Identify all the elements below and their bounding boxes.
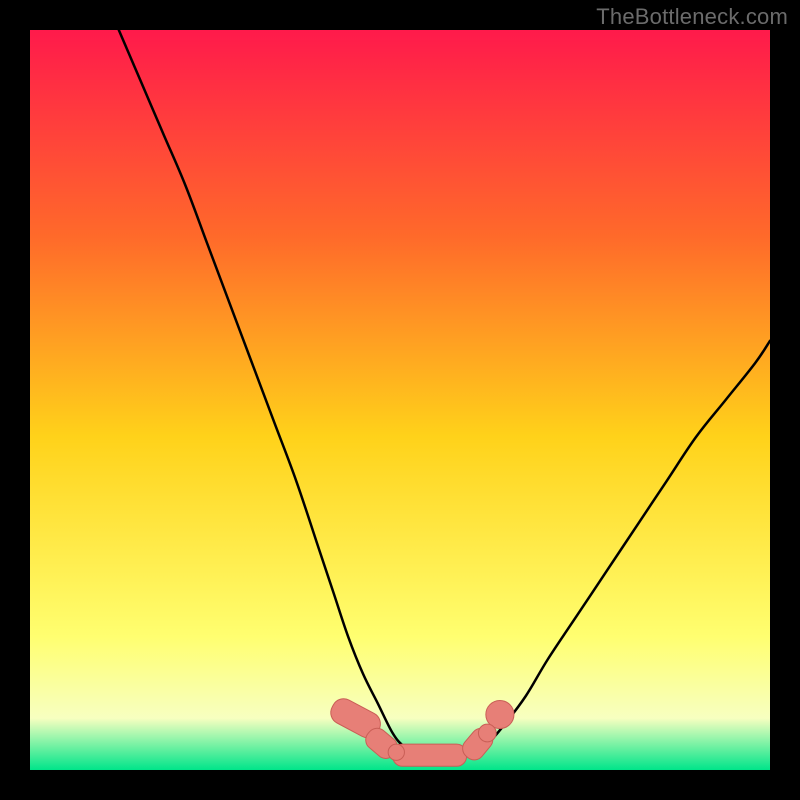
chart-plot [30, 30, 770, 770]
marker-5 [478, 724, 496, 742]
watermark-text: TheBottleneck.com [596, 4, 788, 30]
gradient-background [30, 30, 770, 770]
marker-6 [388, 744, 404, 760]
chart-frame: TheBottleneck.com [0, 0, 800, 800]
